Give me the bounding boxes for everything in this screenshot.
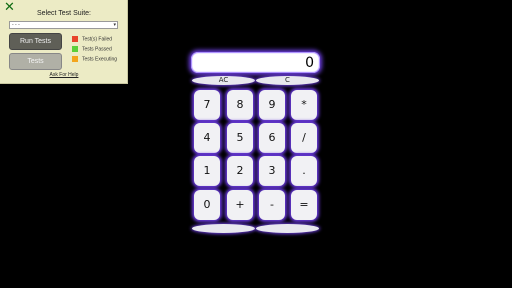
bottom-right-button[interactable] [256,224,319,233]
legend-label: Test(s) Failed [82,36,113,43]
clear-all-button[interactable]: AC [192,76,255,85]
equals-key[interactable]: = [291,190,317,220]
failed-swatch-icon [72,36,78,42]
digit-9-key[interactable]: 9 [259,90,285,120]
plus-key[interactable]: + [227,190,253,220]
digit-8-key[interactable]: 8 [227,90,253,120]
calculator-display: 0 [191,52,320,73]
legend-label: Tests Executing [82,56,118,63]
digit-3-key[interactable]: 3 [259,156,285,186]
run-tests-button[interactable]: Run Tests [9,33,62,50]
test-runner-panel: ✕ Select Test Suite: - - - ▾ Run Tests T… [0,0,128,84]
digit-1-key[interactable]: 1 [194,156,220,186]
clear-button[interactable]: C [256,76,319,85]
legend-label: Tests Passed [82,46,112,53]
test-suite-select[interactable]: - - - ▾ [9,21,118,29]
calculator: 0 AC C 7 8 9 * 4 5 6/1 2 3. 0 + - = [190,51,322,237]
test-suite-select-value: - - - [12,22,20,28]
digit-6-key[interactable]: 6 [259,123,285,153]
legend-item-executing: Tests Executing [72,56,117,64]
ask-for-help-link[interactable]: Ask For Help [0,72,128,78]
multiply-key[interactable]: * [291,90,317,120]
digit-5-key[interactable]: 5 [227,123,253,153]
tests-button[interactable]: Tests [9,53,62,70]
digit-7-key[interactable]: 7 [194,90,220,120]
chevron-down-icon: ▾ [113,22,116,28]
digit-0-key[interactable]: 0 [194,190,220,220]
legend-item-passed: Tests Passed [72,46,112,54]
digit-4-key[interactable]: 4 [194,123,220,153]
executing-swatch-icon [72,56,78,62]
digit-2-key[interactable]: 2 [227,156,253,186]
divide-key[interactable]: / [291,123,317,153]
legend-item-failed: Test(s) Failed [72,36,112,44]
decimal-key[interactable]: . [291,156,317,186]
bottom-left-button[interactable] [192,224,255,233]
passed-swatch-icon [72,46,78,52]
suite-select-title: Select Test Suite: [37,10,91,17]
minus-key[interactable]: - [259,190,285,220]
